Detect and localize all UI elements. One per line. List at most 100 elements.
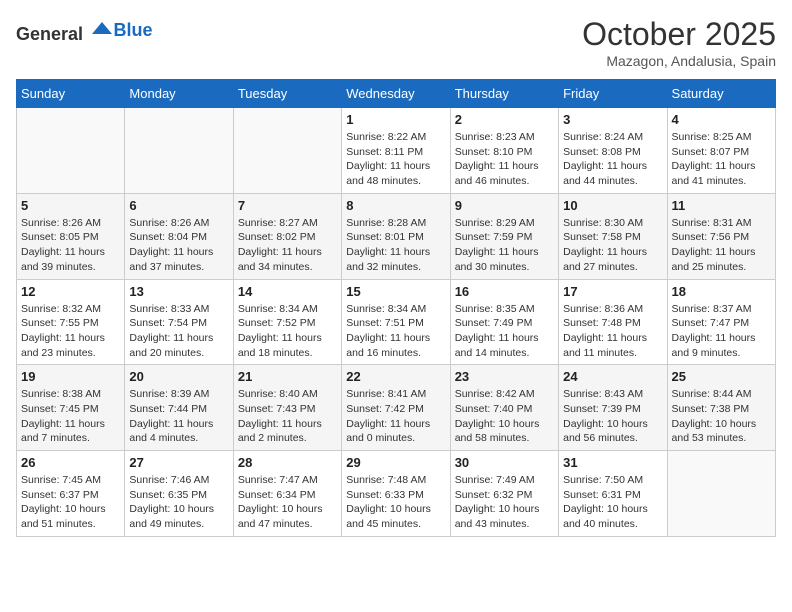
day-info: Sunrise: 8:30 AMSunset: 7:58 PMDaylight:… — [563, 216, 662, 275]
day-info: Sunrise: 8:40 AMSunset: 7:43 PMDaylight:… — [238, 387, 337, 446]
calendar-day-cell — [667, 451, 775, 537]
day-number: 19 — [21, 369, 120, 384]
day-number: 31 — [563, 455, 662, 470]
logo-blue: Blue — [114, 20, 153, 40]
day-number: 24 — [563, 369, 662, 384]
logo-icon — [90, 16, 114, 40]
calendar-day-cell: 30 Sunrise: 7:49 AMSunset: 6:32 PMDayligh… — [450, 451, 558, 537]
day-number: 17 — [563, 284, 662, 299]
calendar-day-cell — [17, 108, 125, 194]
day-number: 8 — [346, 198, 445, 213]
day-info: Sunrise: 8:26 AMSunset: 8:05 PMDaylight:… — [21, 216, 120, 275]
calendar-day-cell: 2 Sunrise: 8:23 AMSunset: 8:10 PMDaylight… — [450, 108, 558, 194]
day-info: Sunrise: 7:49 AMSunset: 6:32 PMDaylight:… — [455, 473, 554, 532]
calendar-day-cell: 13 Sunrise: 8:33 AMSunset: 7:54 PMDayligh… — [125, 279, 233, 365]
day-number: 21 — [238, 369, 337, 384]
calendar-day-cell: 3 Sunrise: 8:24 AMSunset: 8:08 PMDaylight… — [559, 108, 667, 194]
day-info: Sunrise: 8:36 AMSunset: 7:48 PMDaylight:… — [563, 302, 662, 361]
calendar-day-cell — [233, 108, 341, 194]
calendar-day-cell: 24Sunrise: 8:43 AMSunset: 7:39 PMDayligh… — [559, 365, 667, 451]
calendar-day-cell — [125, 108, 233, 194]
calendar-day-cell: 19 Sunrise: 8:38 AMSunset: 7:45 PMDayligh… — [17, 365, 125, 451]
day-info: Sunrise: 8:33 AMSunset: 7:54 PMDaylight:… — [129, 302, 228, 361]
weekday-header-row: SundayMondayTuesdayWednesdayThursdayFrid… — [17, 80, 776, 108]
day-number: 4 — [672, 112, 771, 127]
calendar-day-cell: 29 Sunrise: 7:48 AMSunset: 6:33 PMDayligh… — [342, 451, 450, 537]
day-info: Sunrise: 8:41 AMSunset: 7:42 PMDaylight:… — [346, 387, 445, 446]
calendar-table: SundayMondayTuesdayWednesdayThursdayFrid… — [16, 79, 776, 537]
calendar-day-cell: 16Sunrise: 8:35 AMSunset: 7:49 PMDayligh… — [450, 279, 558, 365]
calendar-day-cell: 1 Sunrise: 8:22 AMSunset: 8:11 PMDaylight… — [342, 108, 450, 194]
day-info: Sunrise: 8:32 AMSunset: 7:55 PMDaylight:… — [21, 302, 120, 361]
calendar-day-cell: 17 Sunrise: 8:36 AMSunset: 7:48 PMDayligh… — [559, 279, 667, 365]
calendar-day-cell: 4 Sunrise: 8:25 AMSunset: 8:07 PMDaylight… — [667, 108, 775, 194]
day-info: Sunrise: 8:39 AMSunset: 7:44 PMDaylight:… — [129, 387, 228, 446]
calendar-day-cell: 25Sunrise: 8:44 AMSunset: 7:38 PMDayligh… — [667, 365, 775, 451]
calendar-day-cell: 8 Sunrise: 8:28 AMSunset: 8:01 PMDaylight… — [342, 193, 450, 279]
day-number: 16 — [455, 284, 554, 299]
calendar-week-row: 1 Sunrise: 8:22 AMSunset: 8:11 PMDaylight… — [17, 108, 776, 194]
calendar-day-cell: 22 Sunrise: 8:41 AMSunset: 7:42 PMDayligh… — [342, 365, 450, 451]
day-info: Sunrise: 8:24 AMSunset: 8:08 PMDaylight:… — [563, 130, 662, 189]
calendar-day-cell: 28Sunrise: 7:47 AMSunset: 6:34 PMDayligh… — [233, 451, 341, 537]
day-info: Sunrise: 8:28 AMSunset: 8:01 PMDaylight:… — [346, 216, 445, 275]
day-number: 1 — [346, 112, 445, 127]
day-number: 27 — [129, 455, 228, 470]
weekday-header-sunday: Sunday — [17, 80, 125, 108]
day-info: Sunrise: 8:31 AMSunset: 7:56 PMDaylight:… — [672, 216, 771, 275]
day-number: 2 — [455, 112, 554, 127]
day-info: Sunrise: 8:22 AMSunset: 8:11 PMDaylight:… — [346, 130, 445, 189]
calendar-day-cell: 18Sunrise: 8:37 AMSunset: 7:47 PMDayligh… — [667, 279, 775, 365]
day-number: 22 — [346, 369, 445, 384]
calendar-day-cell: 12 Sunrise: 8:32 AMSunset: 7:55 PMDayligh… — [17, 279, 125, 365]
calendar-day-cell: 5 Sunrise: 8:26 AMSunset: 8:05 PMDaylight… — [17, 193, 125, 279]
day-info: Sunrise: 8:29 AMSunset: 7:59 PMDaylight:… — [455, 216, 554, 275]
day-number: 23 — [455, 369, 554, 384]
day-info: Sunrise: 8:34 AMSunset: 7:51 PMDaylight:… — [346, 302, 445, 361]
calendar-day-cell: 10 Sunrise: 8:30 AMSunset: 7:58 PMDayligh… — [559, 193, 667, 279]
day-number: 30 — [455, 455, 554, 470]
day-number: 7 — [238, 198, 337, 213]
calendar-week-row: 19 Sunrise: 8:38 AMSunset: 7:45 PMDayligh… — [17, 365, 776, 451]
calendar-day-cell: 15 Sunrise: 8:34 AMSunset: 7:51 PMDayligh… — [342, 279, 450, 365]
day-number: 13 — [129, 284, 228, 299]
day-number: 5 — [21, 198, 120, 213]
day-info: Sunrise: 7:48 AMSunset: 6:33 PMDaylight:… — [346, 473, 445, 532]
weekday-header-thursday: Thursday — [450, 80, 558, 108]
calendar-week-row: 26Sunrise: 7:45 AMSunset: 6:37 PMDayligh… — [17, 451, 776, 537]
day-info: Sunrise: 8:25 AMSunset: 8:07 PMDaylight:… — [672, 130, 771, 189]
day-info: Sunrise: 8:26 AMSunset: 8:04 PMDaylight:… — [129, 216, 228, 275]
day-info: Sunrise: 7:46 AMSunset: 6:35 PMDaylight:… — [129, 473, 228, 532]
calendar-day-cell: 6 Sunrise: 8:26 AMSunset: 8:04 PMDaylight… — [125, 193, 233, 279]
calendar-day-cell: 27 Sunrise: 7:46 AMSunset: 6:35 PMDayligh… — [125, 451, 233, 537]
day-info: Sunrise: 8:37 AMSunset: 7:47 PMDaylight:… — [672, 302, 771, 361]
day-number: 29 — [346, 455, 445, 470]
day-info: Sunrise: 7:47 AMSunset: 6:34 PMDaylight:… — [238, 473, 337, 532]
calendar-day-cell: 11 Sunrise: 8:31 AMSunset: 7:56 PMDayligh… — [667, 193, 775, 279]
day-info: Sunrise: 8:27 AMSunset: 8:02 PMDaylight:… — [238, 216, 337, 275]
day-info: Sunrise: 8:44 AMSunset: 7:38 PMDaylight:… — [672, 387, 771, 446]
day-info: Sunrise: 8:38 AMSunset: 7:45 PMDaylight:… — [21, 387, 120, 446]
day-info: Sunrise: 8:42 AMSunset: 7:40 PMDaylight:… — [455, 387, 554, 446]
calendar-day-cell: 21 Sunrise: 8:40 AMSunset: 7:43 PMDayligh… — [233, 365, 341, 451]
day-number: 3 — [563, 112, 662, 127]
day-info: Sunrise: 8:34 AMSunset: 7:52 PMDaylight:… — [238, 302, 337, 361]
location-subtitle: Mazagon, Andalusia, Spain — [582, 53, 776, 69]
calendar-day-cell: 7 Sunrise: 8:27 AMSunset: 8:02 PMDaylight… — [233, 193, 341, 279]
day-number: 6 — [129, 198, 228, 213]
day-number: 20 — [129, 369, 228, 384]
day-info: Sunrise: 8:23 AMSunset: 8:10 PMDaylight:… — [455, 130, 554, 189]
calendar-day-cell: 23 Sunrise: 8:42 AMSunset: 7:40 PMDayligh… — [450, 365, 558, 451]
day-info: Sunrise: 7:50 AMSunset: 6:31 PMDaylight:… — [563, 473, 662, 532]
logo-general: General — [16, 24, 83, 44]
day-number: 14 — [238, 284, 337, 299]
calendar-day-cell: 9Sunrise: 8:29 AMSunset: 7:59 PMDaylight… — [450, 193, 558, 279]
day-number: 10 — [563, 198, 662, 213]
calendar-week-row: 5 Sunrise: 8:26 AMSunset: 8:05 PMDaylight… — [17, 193, 776, 279]
title-block: October 2025 Mazagon, Andalusia, Spain — [582, 16, 776, 69]
day-number: 11 — [672, 198, 771, 213]
calendar-day-cell: 20 Sunrise: 8:39 AMSunset: 7:44 PMDayligh… — [125, 365, 233, 451]
logo: General Blue — [16, 16, 153, 45]
day-number: 15 — [346, 284, 445, 299]
day-number: 12 — [21, 284, 120, 299]
